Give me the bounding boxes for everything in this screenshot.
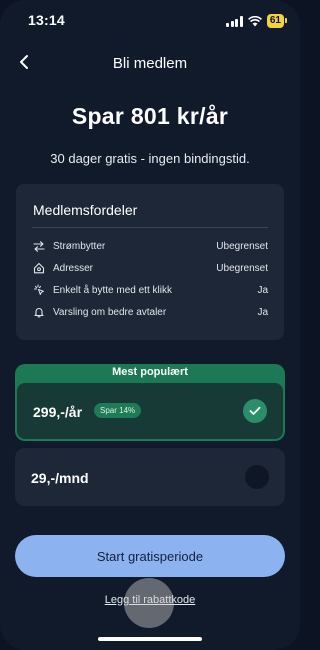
- benefit-row: Varsling om bedre avtaler Ja: [32, 304, 268, 320]
- battery-icon: 61: [266, 14, 288, 28]
- status-icons: 61: [226, 14, 288, 28]
- benefit-value: Ubegrenset: [216, 240, 268, 252]
- benefit-value: Ja: [257, 284, 268, 296]
- benefit-label: Varsling om bedre avtaler: [53, 306, 167, 318]
- monthly-price: 29,-/mnd: [31, 470, 89, 486]
- benefit-label: Strømbytter: [53, 240, 106, 252]
- savings-headline: Spar 801 kr/år: [71, 103, 229, 129]
- yearly-plan-option[interactable]: Mest populært 299,-/år Spar 14%: [15, 364, 285, 441]
- start-trial-button[interactable]: Start gratisperiode: [15, 535, 285, 577]
- yearly-price: 299,-/år: [33, 404, 83, 420]
- monthly-plan-option[interactable]: 29,-/mnd: [15, 448, 285, 506]
- savings-badge: Spar 14%: [94, 403, 142, 418]
- status-time: 13:14: [28, 12, 65, 28]
- checkmark-icon: [243, 399, 267, 423]
- page-title: Bli medlem: [112, 55, 188, 72]
- home-indicator[interactable]: [98, 637, 202, 641]
- swap-arrows-icon: [32, 240, 45, 253]
- tap-click-icon: [32, 284, 45, 297]
- radio-button[interactable]: [245, 465, 269, 489]
- phone-screen: 13:14 61 Bli medlem Spar 801 kr/år 30 da…: [0, 0, 300, 650]
- touch-indicator: [124, 578, 174, 628]
- benefit-row: Strømbytter Ubegrenset: [32, 238, 268, 254]
- signal-icon: [226, 15, 243, 27]
- divider: [32, 227, 268, 228]
- trial-subline: 30 dager gratis - ingen bindingstid.: [50, 151, 250, 166]
- benefit-value: Ubegrenset: [216, 262, 268, 274]
- yearly-plan-body: 299,-/år Spar 14%: [17, 383, 283, 439]
- benefit-value: Ja: [257, 306, 268, 318]
- benefit-row: Adresser Ubegrenset: [32, 260, 268, 276]
- home-icon: [32, 262, 45, 275]
- bell-icon: [32, 306, 45, 319]
- wifi-icon: [247, 15, 262, 26]
- benefit-label: Enkelt å bytte med ett klikk: [53, 284, 172, 296]
- benefit-row: Enkelt å bytte med ett klikk Ja: [32, 282, 268, 298]
- status-bar: 13:14 61: [0, 10, 300, 34]
- benefit-label: Adresser: [53, 262, 94, 274]
- most-popular-label: Mest populært: [112, 366, 188, 378]
- benefits-title: Medlemsfordeler: [33, 202, 138, 218]
- benefits-card: Medlemsfordeler Strømbytter Ubegrenset A…: [16, 184, 284, 340]
